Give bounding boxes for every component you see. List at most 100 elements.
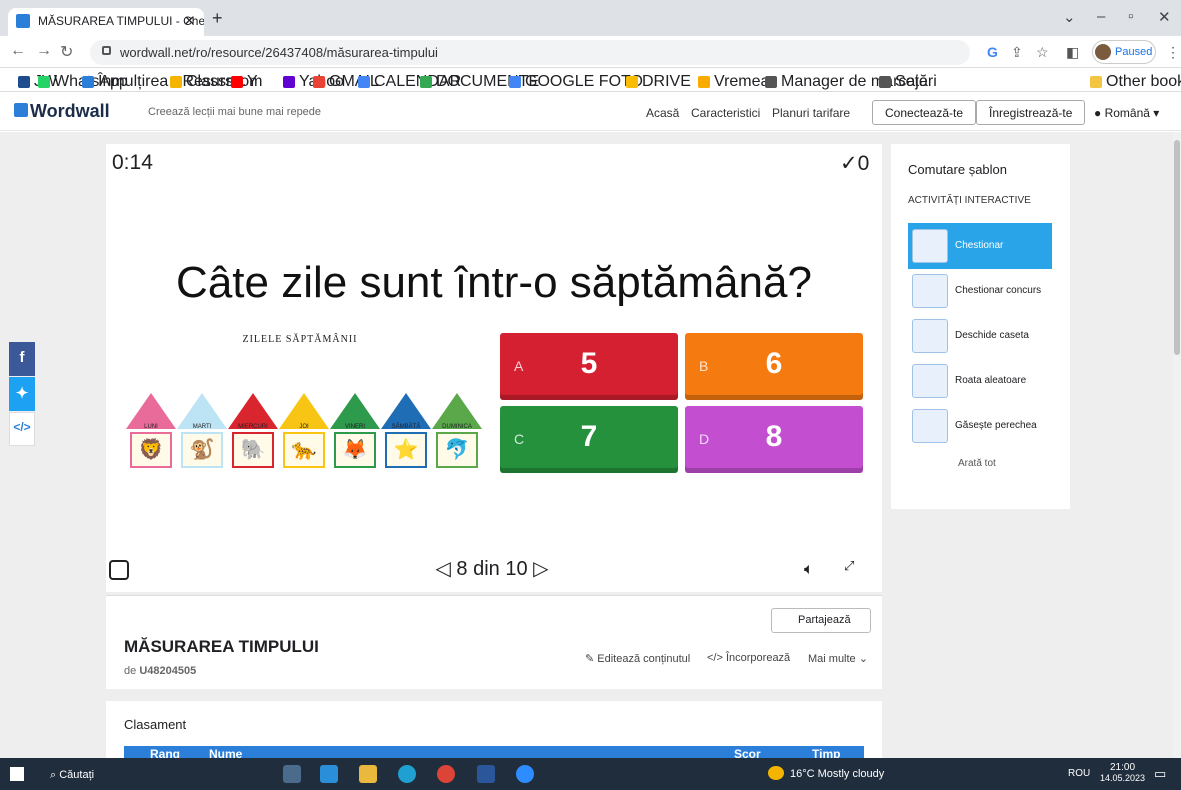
nav-pricing[interactable]: Planuri tarifare xyxy=(772,106,850,120)
profile-status: Paused xyxy=(1115,46,1153,58)
animal-picture: 🦊 xyxy=(334,432,376,468)
facebook-share-button[interactable]: f xyxy=(9,342,35,376)
template-item[interactable]: Deschide caseta xyxy=(908,313,1052,359)
template-item[interactable]: Roata aleatoare xyxy=(908,358,1052,404)
template-item[interactable]: Chestionar concurs xyxy=(908,268,1052,314)
activity-title: MĂSURAREA TIMPULUI xyxy=(124,637,319,656)
bookmark-item[interactable]: Setări xyxy=(879,73,937,91)
bookmark-item[interactable]: GOOGLE FOTO xyxy=(509,73,643,91)
share-page-icon[interactable]: ⇪ xyxy=(1011,44,1023,61)
other-bookmarks[interactable]: Other bookmarks xyxy=(1090,73,1181,91)
day-label: VINERI xyxy=(344,424,365,430)
bookmark-label: Setări xyxy=(895,73,937,90)
weather-app-icon[interactable] xyxy=(320,765,338,783)
more-menu[interactable]: Mai multe ⌄ xyxy=(808,652,868,665)
menu-icon[interactable] xyxy=(109,560,129,580)
bookmark-icon xyxy=(313,75,325,88)
bookmark-icon xyxy=(82,75,94,88)
browser-tab[interactable]: MĂSURAREA TIMPULUI - Chestio xyxy=(8,8,204,36)
bookmark-icon xyxy=(170,75,182,88)
animal-picture: ⭐ xyxy=(385,432,427,468)
language-label: Română xyxy=(1104,106,1150,120)
windows-start-icon[interactable] xyxy=(10,767,24,781)
bookmark-item[interactable]: DRIVE xyxy=(626,73,691,91)
taskbar-search[interactable]: ⌕ Căutați xyxy=(50,769,94,782)
restore-icon[interactable]: ▫ xyxy=(1128,8,1133,25)
day-label: SÂMBĂTĂ xyxy=(391,424,421,430)
edit-content-link[interactable]: ✎ Editează conținutul xyxy=(585,652,690,665)
weather-text[interactable]: 16°C Mostly cloudy xyxy=(790,768,884,780)
close-icon[interactable]: ✕ xyxy=(1158,8,1171,26)
task-view-icon[interactable] xyxy=(283,765,301,783)
clock-date: 14.05.2023 xyxy=(1100,773,1146,783)
reload-icon[interactable]: ↻ xyxy=(60,42,73,62)
sound-icon[interactable]: 🔈︎ xyxy=(804,561,814,579)
zoom-icon[interactable] xyxy=(516,765,534,783)
prev-question-icon[interactable]: ◁ xyxy=(435,558,450,580)
tab-close-icon[interactable]: ✕ xyxy=(184,13,195,29)
bookmark-icon xyxy=(420,75,432,88)
animal-picture: 🐘 xyxy=(232,432,274,468)
show-all-link[interactable]: Arată tot xyxy=(958,458,996,469)
wordwall-favicon-icon xyxy=(16,14,30,28)
fullscreen-icon[interactable]: ⤢ xyxy=(844,558,855,574)
template-thumbnail xyxy=(912,229,948,263)
language-select[interactable]: ● Română ▾ xyxy=(1094,106,1159,120)
answer-option-d[interactable]: D8 xyxy=(685,406,863,473)
animal-picture: 🐒 xyxy=(181,432,223,468)
next-question-icon[interactable]: ▷ xyxy=(533,558,548,580)
clock[interactable]: 21:00 14.05.2023 xyxy=(1100,762,1145,783)
minimize-icon[interactable]: – xyxy=(1097,8,1105,25)
question-text: Câte zile sunt într-o săptămână? xyxy=(176,258,812,307)
lock-icon[interactable] xyxy=(102,46,111,55)
new-tab-icon[interactable]: + xyxy=(212,8,223,29)
sidepanel-icon[interactable]: ◧ xyxy=(1066,44,1079,61)
file-explorer-icon[interactable] xyxy=(359,765,377,783)
bookmark-star-icon[interactable]: ☆ xyxy=(1036,44,1049,61)
register-button[interactable]: Înregistrează-te xyxy=(976,100,1086,125)
embed-share-button[interactable]: </> xyxy=(9,412,35,446)
google-icon[interactable]: G xyxy=(987,44,998,60)
nav-features[interactable]: Caracteristici xyxy=(691,106,760,120)
clock-time: 21:00 xyxy=(1110,762,1136,773)
checkmark-icon: ✓ xyxy=(840,152,858,175)
embed-link[interactable]: </> Încorporează xyxy=(707,652,790,664)
site-logo[interactable]: Wordwall xyxy=(30,101,110,122)
tab-title: MĂSURAREA TIMPULUI - Chestio xyxy=(38,14,204,28)
answer-option-a[interactable]: A5 xyxy=(500,333,678,400)
back-icon[interactable]: ← xyxy=(10,42,26,60)
browser-menu-icon[interactable]: ⋮ xyxy=(1166,44,1180,61)
bookmark-item[interactable]: Vremea xyxy=(698,73,769,91)
bookmark-icon xyxy=(698,75,710,88)
bookmark-label: Y xyxy=(247,73,258,90)
forward-icon[interactable]: → xyxy=(36,42,52,60)
embed-label: Încorporează xyxy=(725,652,791,664)
url-input[interactable]: wordwall.net/ro/resource/26437408/măsura… xyxy=(90,40,970,65)
facebook-icon: f xyxy=(19,349,25,366)
template-item[interactable]: Chestionar xyxy=(908,223,1052,269)
scrollbar-thumb[interactable] xyxy=(1174,140,1180,355)
bookmark-icon xyxy=(626,75,638,88)
bookmark-icon xyxy=(283,75,295,88)
template-item[interactable]: Găsește perechea xyxy=(908,403,1052,449)
bookmark-label: DRIVE xyxy=(642,73,691,90)
nav-home[interactable]: Acasă xyxy=(646,106,679,120)
edit-label: Editează conținutul xyxy=(597,653,691,665)
author-name[interactable]: U48204505 xyxy=(139,665,196,677)
template-thumbnail xyxy=(912,364,948,398)
tab-search-icon[interactable]: ⌄ xyxy=(1063,8,1076,26)
twitter-share-button[interactable]: ✦ xyxy=(9,377,35,411)
bookmark-icon xyxy=(879,75,891,88)
input-language[interactable]: ROU xyxy=(1068,768,1090,779)
answer-option-c[interactable]: C7 xyxy=(500,406,678,473)
word-icon[interactable] xyxy=(477,765,495,783)
chrome-icon[interactable] xyxy=(437,765,455,783)
login-button[interactable]: Conectează-te xyxy=(872,100,977,125)
answer-option-b[interactable]: B6 xyxy=(685,333,863,400)
bookmark-item[interactable]: Y xyxy=(231,73,258,91)
template-label: Deschide caseta xyxy=(955,330,1029,341)
share-button[interactable]: Partajează xyxy=(771,608,871,633)
score: ✓0 xyxy=(840,151,869,176)
notifications-icon[interactable]: ▭ xyxy=(1154,766,1166,782)
edge-icon[interactable] xyxy=(398,765,416,783)
